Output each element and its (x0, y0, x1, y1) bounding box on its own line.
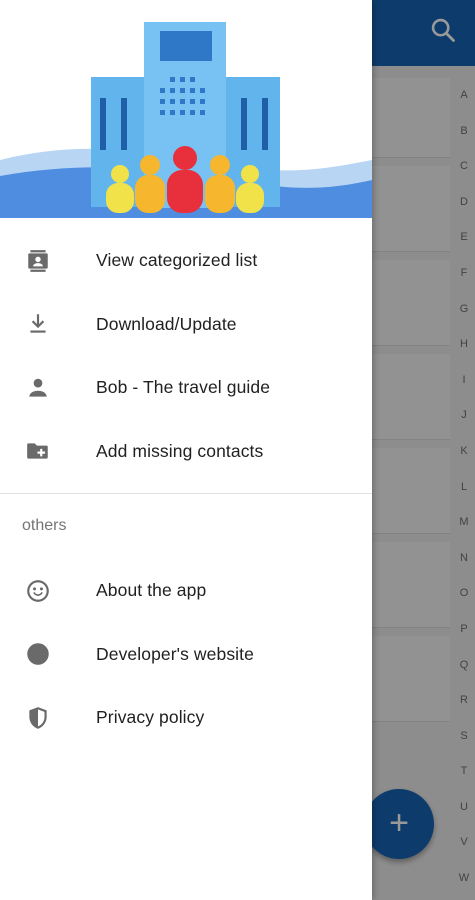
menu-item-about-app[interactable]: About the app (0, 559, 372, 623)
smiley-icon (0, 578, 96, 604)
menu-item-travel-guide[interactable]: Bob - The travel guide (0, 356, 372, 420)
drawer-others-menu: About the app Developer's website Privac… (0, 559, 372, 750)
menu-item-label: Add missing contacts (96, 440, 264, 461)
download-icon (0, 311, 96, 337)
menu-item-download-update[interactable]: Download/Update (0, 293, 372, 357)
folder-add-icon (0, 438, 96, 464)
menu-item-developer-website[interactable]: Developer's website (0, 623, 372, 687)
menu-item-label: Developer's website (96, 643, 254, 664)
menu-item-label: About the app (96, 580, 207, 601)
menu-item-label: View categorized list (96, 250, 258, 271)
shield-icon (0, 705, 96, 731)
menu-item-label: Privacy policy (96, 707, 205, 728)
menu-item-label: Bob - The travel guide (96, 377, 271, 398)
menu-item-categorized-list[interactable]: View categorized list (0, 229, 372, 293)
menu-divider (0, 493, 372, 494)
person-icon (0, 375, 96, 401)
menu-item-add-missing-contacts[interactable]: Add missing contacts (0, 420, 372, 484)
navigation-drawer: View categorized list Download/Update Bo… (0, 0, 372, 900)
drawer-header-illustration (0, 0, 372, 218)
section-title-others: others (22, 517, 67, 534)
contacts-list-icon (0, 248, 96, 274)
globe-icon (0, 641, 96, 667)
city-people-illustration (0, 22, 372, 218)
menu-item-label: Download/Update (96, 313, 237, 334)
drawer-menu: View categorized list Download/Update Bo… (0, 229, 372, 483)
menu-item-privacy-policy[interactable]: Privacy policy (0, 686, 372, 750)
